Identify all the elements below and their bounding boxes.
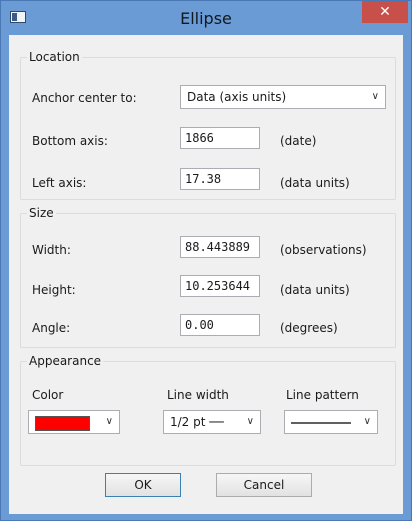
title-bar[interactable]: Ellipse ✕ <box>1 1 411 35</box>
angle-input[interactable]: 0.00 <box>180 314 260 336</box>
chevron-down-icon: ∨ <box>105 416 113 427</box>
dialog-title: Ellipse <box>180 9 232 28</box>
bottom-axis-unit: (date) <box>280 134 317 148</box>
height-label: Height: <box>32 283 76 297</box>
height-unit: (data units) <box>280 283 350 297</box>
anchor-center-select[interactable]: Data (axis units) ∨ <box>180 85 386 109</box>
line-pattern-select[interactable]: ∨ <box>284 410 378 434</box>
ellipse-dialog: Ellipse ✕ Location Anchor center to: Dat… <box>0 0 412 521</box>
color-swatch <box>35 416 90 431</box>
close-icon[interactable]: ✕ <box>362 1 408 23</box>
color-label: Color <box>32 388 64 402</box>
appearance-legend: Appearance <box>29 354 102 368</box>
left-axis-label: Left axis: <box>32 176 87 190</box>
color-select[interactable]: ∨ <box>28 410 120 434</box>
angle-label: Angle: <box>32 321 71 335</box>
width-unit: (observations) <box>280 243 367 257</box>
anchor-center-label: Anchor center to: <box>32 91 137 105</box>
line-width-value: 1/2 pt ── <box>170 415 224 429</box>
line-width-select[interactable]: 1/2 pt ── ∨ <box>163 410 261 434</box>
chevron-down-icon: ∨ <box>246 416 254 427</box>
cancel-button[interactable]: Cancel <box>216 473 312 497</box>
size-legend: Size <box>29 206 54 220</box>
bottom-axis-label: Bottom axis: <box>32 134 108 148</box>
angle-unit: (degrees) <box>280 321 338 335</box>
solid-line-pattern-icon <box>291 422 351 424</box>
width-label: Width: <box>32 243 71 257</box>
line-pattern-label: Line pattern <box>286 388 359 402</box>
width-input[interactable]: 88.443889 <box>180 236 260 258</box>
bottom-axis-input[interactable]: 1866 <box>180 127 260 149</box>
left-axis-unit: (data units) <box>280 176 350 190</box>
height-input[interactable]: 10.253644 <box>180 275 260 297</box>
location-legend: Location <box>29 50 80 64</box>
ok-button[interactable]: OK <box>105 473 181 497</box>
anchor-center-value: Data (axis units) <box>187 90 287 104</box>
line-width-label: Line width <box>167 388 229 402</box>
left-axis-input[interactable]: 17.38 <box>180 168 260 190</box>
dialog-client: Location Anchor center to: Data (axis un… <box>9 35 403 514</box>
chevron-down-icon: ∨ <box>371 91 379 102</box>
chevron-down-icon: ∨ <box>363 416 371 427</box>
